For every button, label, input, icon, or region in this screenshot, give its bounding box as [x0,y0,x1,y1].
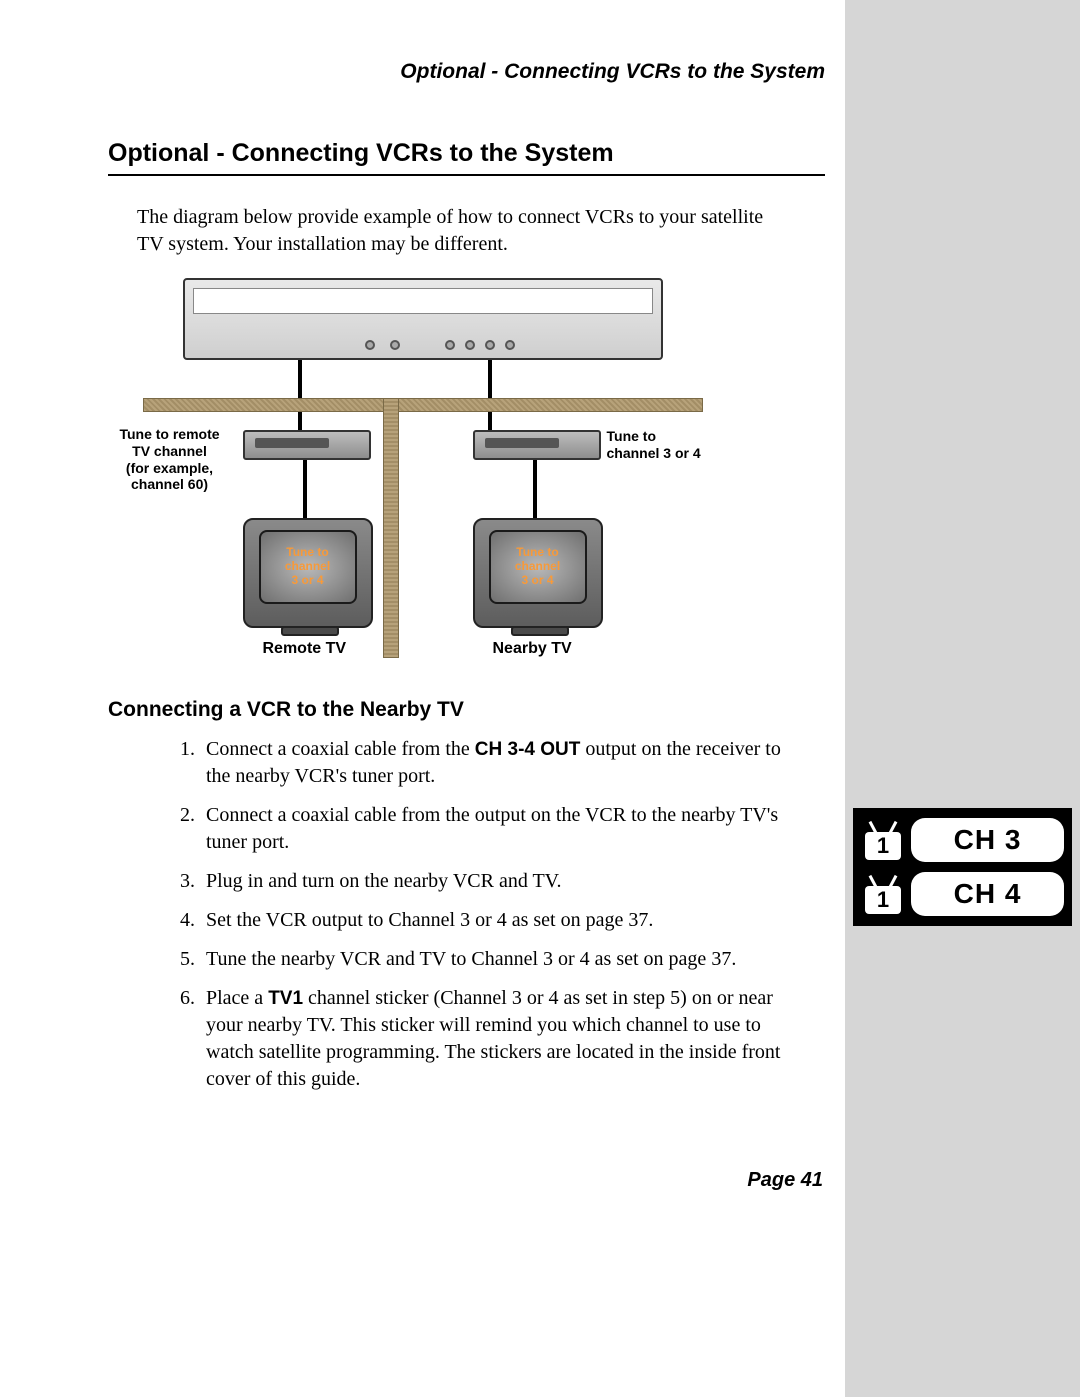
step-bold: TV1 [268,988,303,1009]
shelf [143,398,703,412]
vcr-left [243,430,371,460]
step-item: Connect a coaxial cable from the output … [200,802,795,856]
tv-number: 1 [865,886,901,914]
intro-paragraph: The diagram below provide example of how… [137,204,785,258]
step-text: Set the VCR output to Channel 3 or 4 as … [206,909,653,931]
cable [303,460,307,526]
wiring-diagram: Tune tochannel3 or 4 Tune tochannel3 or … [143,278,703,668]
step-item: Plug in and turn on the nearby VCR and T… [200,868,795,895]
step-item: Set the VCR output to Channel 3 or 4 as … [200,907,795,934]
channel-sticker-graphic: 1 CH 3 1 CH 4 [853,808,1072,926]
channel-pill: CH 3 [911,818,1064,862]
caption-nearby-tv: Nearby TV [493,640,572,658]
tv-screen-text: Tune tochannel3 or 4 [489,530,587,604]
page-content: Optional - Connecting VCRs to the System… [0,0,845,1397]
tv-nearby: Tune tochannel3 or 4 [473,518,603,628]
caption-remote-tv: Remote TV [263,640,347,658]
cable [298,360,302,432]
tv1-icon: 1 [861,818,905,862]
step-text: Plug in and turn on the nearby VCR and T… [206,870,562,892]
cable [533,460,537,526]
steps-list: Connect a coaxial cable from the CH 3-4 … [170,736,795,1093]
tv-screen-text: Tune tochannel3 or 4 [259,530,357,604]
tv-remote: Tune tochannel3 or 4 [243,518,373,628]
step-item: Connect a coaxial cable from the CH 3-4 … [200,736,795,790]
running-head: Optional - Connecting VCRs to the System [0,60,845,84]
tv-number: 1 [865,832,901,860]
section-title: Optional - Connecting VCRs to the System [108,139,825,176]
step-item: Tune the nearby VCR and TV to Channel 3 … [200,946,795,973]
channel-pill: CH 4 [911,872,1064,916]
sidebar-margin: 1 CH 3 1 CH 4 [845,0,1080,1397]
satellite-receiver [183,278,663,360]
sticker-row: 1 CH 4 [861,872,1064,916]
step-text: Place a [206,987,268,1009]
subsection-heading: Connecting a VCR to the Nearby TV [108,698,845,722]
step-item: Place a TV1 channel sticker (Channel 3 o… [200,985,795,1093]
page-number: Page 41 [747,1169,823,1192]
diagram-label-left: Tune to remoteTV channel(for example,cha… [109,426,231,493]
vcr-right [473,430,601,460]
step-text: Connect a coaxial cable from the [206,738,475,760]
shelf-leg [383,398,399,658]
tv1-icon: 1 [861,872,905,916]
step-bold: CH 3-4 OUT [475,739,581,760]
cable [488,360,492,432]
sticker-row: 1 CH 3 [861,818,1064,862]
step-text: Connect a coaxial cable from the output … [206,804,778,853]
diagram-label-right: Tune tochannel 3 or 4 [607,428,717,462]
step-text: Tune the nearby VCR and TV to Channel 3 … [206,948,736,970]
